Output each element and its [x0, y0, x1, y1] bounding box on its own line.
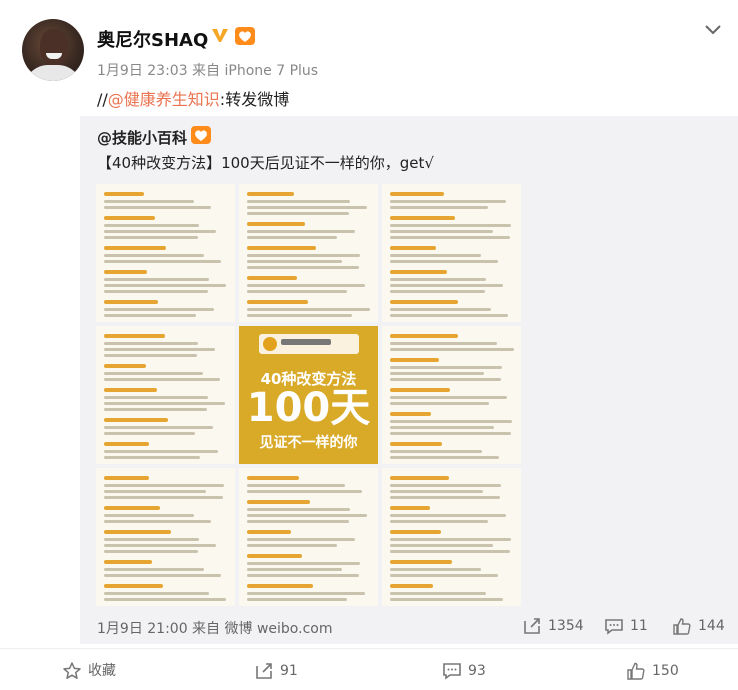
grid-image-5-poster[interactable]: 40种改变方法 100天 见证不一样的你: [239, 326, 378, 464]
post-text-suffix: :转发微博: [219, 90, 290, 109]
divider: [0, 648, 738, 649]
avatar[interactable]: [22, 19, 84, 81]
poster-logo-icon: [263, 337, 277, 351]
original-author[interactable]: @技能小百科: [97, 127, 187, 148]
post-header: 奥尼尔SHAQ 1月9日 23:03 来自 iPhone 7 Plus //@健…: [0, 0, 738, 120]
chevron-down-icon[interactable]: [704, 20, 722, 38]
like-icon: [673, 618, 691, 635]
reposted-card[interactable]: @技能小百科 【40种改变方法】100天后见证不一样的你，get√ 40种改变方…: [80, 116, 738, 644]
image-grid: 40种改变方法 100天 见证不一样的你: [96, 184, 580, 606]
comment-count: 93: [468, 663, 486, 679]
post-timestamp-source: 1月9日 23:03 来自 iPhone 7 Plus: [97, 63, 319, 79]
fan-badge-icon: [235, 27, 255, 45]
verified-v-icon: [210, 25, 230, 45]
repost-count: 91: [280, 663, 298, 679]
grid-image-8[interactable]: [239, 468, 378, 606]
like-icon: [627, 662, 645, 680]
grid-image-7[interactable]: [96, 468, 235, 606]
original-repost-count: 1354: [548, 618, 584, 634]
poster-line-2: 100天: [246, 385, 371, 431]
post-text: //@健康养生知识:转发微博: [97, 86, 289, 110]
like-count: 150: [652, 663, 679, 679]
mention-link[interactable]: @健康养生知识: [108, 90, 220, 109]
original-fan-badge-icon: [191, 126, 211, 144]
original-comment-count: 11: [630, 618, 648, 634]
repost-icon: [524, 618, 540, 634]
comment-icon: [443, 663, 461, 680]
grid-image-3[interactable]: [382, 184, 521, 322]
comment-icon: [605, 619, 623, 635]
favorite-label: 收藏: [88, 663, 116, 679]
username[interactable]: 奥尼尔SHAQ: [97, 26, 208, 52]
grid-image-2[interactable]: [239, 184, 378, 322]
grid-image-9[interactable]: [382, 468, 521, 606]
grid-image-6[interactable]: [382, 326, 521, 464]
grid-image-4[interactable]: [96, 326, 235, 464]
post-text-prefix: //: [97, 90, 108, 109]
star-icon: [63, 662, 81, 679]
repost-icon: [256, 663, 272, 679]
original-text: 【40种改变方法】100天后见证不一样的你，get√: [97, 154, 434, 172]
original-like-count: 144: [698, 618, 725, 634]
original-timestamp-source: 1月9日 21:00 来自 微博 weibo.com: [97, 621, 333, 637]
poster-line-3: 见证不一样的你: [259, 435, 358, 451]
grid-image-1[interactable]: [96, 184, 235, 322]
